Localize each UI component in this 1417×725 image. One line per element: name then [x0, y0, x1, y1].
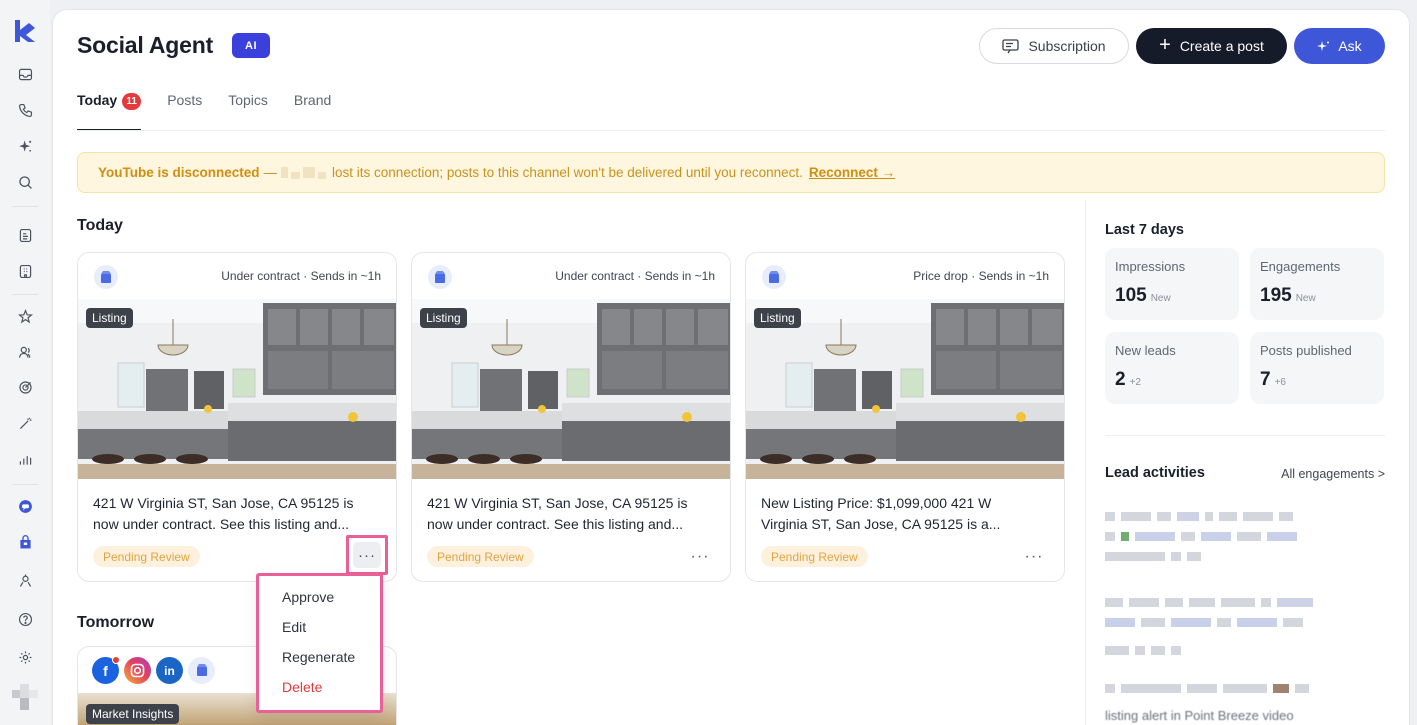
post-text: 421 W Virginia ST, San Jose, CA 95125 is… [427, 495, 688, 532]
menu-item-regenerate[interactable]: Regenerate [259, 646, 380, 676]
highlight-outline: ··· [346, 535, 388, 575]
status-badge: Pending Review [93, 546, 200, 567]
post-status: Under contract · Sends in ~1h [221, 269, 381, 283]
phone-icon[interactable] [15, 100, 35, 120]
stats-heading: Last 7 days [1105, 222, 1184, 238]
stat-card-engagements: Engagements 195 New [1250, 248, 1384, 320]
post-text: 421 W Virginia ST, San Jose, CA 95125 is… [93, 495, 354, 532]
google-business-icon [94, 265, 118, 289]
star-icon[interactable] [15, 306, 35, 326]
stat-card-posts-published: Posts published 7 +6 [1250, 332, 1384, 404]
page-title: Social Agent [77, 32, 214, 58]
social-agent-icon[interactable] [15, 496, 35, 516]
inbox-icon[interactable] [15, 64, 35, 84]
google-business-icon [428, 265, 452, 289]
lead-activities-heading: Lead activities [1105, 465, 1205, 481]
banner-message: lost its connection; posts to this chann… [332, 165, 803, 180]
building-icon[interactable] [15, 261, 35, 281]
listing-tag: Listing [754, 308, 801, 328]
reconnect-link[interactable]: Reconnect → [809, 165, 895, 180]
stat-card-impressions: Impressions 105 New [1105, 248, 1239, 320]
ai-badge: AI [232, 33, 270, 58]
main-panel: Social Agent AI Subscription + Create a … [53, 10, 1409, 725]
settings-icon[interactable] [15, 647, 35, 667]
google-business-icon [762, 265, 786, 289]
error-dot [112, 656, 120, 664]
lead-activity-text: listing alert in Point Breeze video [1105, 708, 1294, 723]
contacts-icon[interactable] [15, 342, 35, 362]
magic-wand-icon[interactable] [15, 413, 35, 433]
sparkle-icon[interactable] [15, 136, 35, 156]
market-insights-tag: Market Insights [86, 704, 180, 724]
disconnect-banner: YouTube is disconnected — lost its conne… [77, 152, 1385, 193]
store-icon[interactable] [15, 532, 35, 552]
post-card[interactable]: Under contract · Sends in ~1h Listing 42… [411, 252, 731, 582]
listing-tag: Listing [86, 308, 133, 328]
listing-tag: Listing [420, 308, 467, 328]
ask-button[interactable]: Ask [1294, 28, 1385, 64]
redacted-channel-name [281, 166, 327, 179]
tab-topics[interactable]: Topics [228, 92, 268, 132]
help-icon[interactable] [15, 609, 35, 629]
tab-posts[interactable]: Posts [167, 92, 202, 132]
more-options-button[interactable]: ··· [1020, 545, 1048, 569]
post-actions-menu: Approve Edit Regenerate Delete [256, 573, 383, 713]
plus-icon: + [1159, 34, 1171, 56]
app-logo[interactable] [12, 18, 38, 44]
target-icon[interactable] [15, 377, 35, 397]
post-text: New Listing Price: $1,099,000 421 W Virg… [761, 495, 1001, 532]
redacted-lead-activity [1105, 510, 1293, 522]
tab-count-badge: 11 [122, 93, 142, 110]
linkedin-icon: in [156, 657, 183, 684]
menu-item-delete[interactable]: Delete [259, 676, 380, 706]
user-avatar[interactable] [12, 684, 38, 710]
menu-item-edit[interactable]: Edit [259, 616, 380, 646]
post-status: Price drop · Sends in ~1h [913, 269, 1049, 283]
post-card[interactable]: Under contract · Sends in ~1h Listing 42… [77, 252, 397, 582]
google-business-icon [188, 657, 215, 684]
sparkle-icon [1317, 40, 1330, 51]
post-status: Under contract · Sends in ~1h [555, 269, 715, 283]
subscription-button[interactable]: Subscription [979, 28, 1129, 64]
create-post-button[interactable]: + Create a post [1136, 28, 1287, 64]
all-engagements-link[interactable]: All engagements > [1281, 467, 1385, 481]
analytics-icon[interactable] [15, 449, 35, 469]
search-icon[interactable] [15, 172, 35, 192]
post-card[interactable]: Price drop · Sends in ~1h Listing New Li… [745, 252, 1065, 582]
agent-icon[interactable] [15, 570, 35, 590]
today-heading: Today [77, 217, 123, 234]
more-options-button[interactable]: ··· [353, 542, 381, 568]
banner-title: YouTube is disconnected [98, 165, 260, 180]
more-options-button[interactable]: ··· [686, 545, 714, 569]
tab-brand[interactable]: Brand [294, 92, 331, 132]
tab-today[interactable]: Today 11 [77, 92, 142, 132]
stat-card-new-leads: New leads 2 +2 [1105, 332, 1239, 404]
tomorrow-heading: Tomorrow [77, 614, 155, 631]
status-badge: Pending Review [427, 546, 534, 567]
instagram-icon [124, 657, 151, 684]
document-add-icon[interactable] [15, 225, 35, 245]
subscription-icon [1002, 38, 1020, 53]
left-rail [0, 0, 50, 725]
menu-item-approve[interactable]: Approve [259, 586, 380, 616]
facebook-icon: f [92, 656, 120, 684]
status-badge: Pending Review [761, 546, 868, 567]
tab-bar: Today 11 Posts Topics Brand [77, 92, 331, 132]
